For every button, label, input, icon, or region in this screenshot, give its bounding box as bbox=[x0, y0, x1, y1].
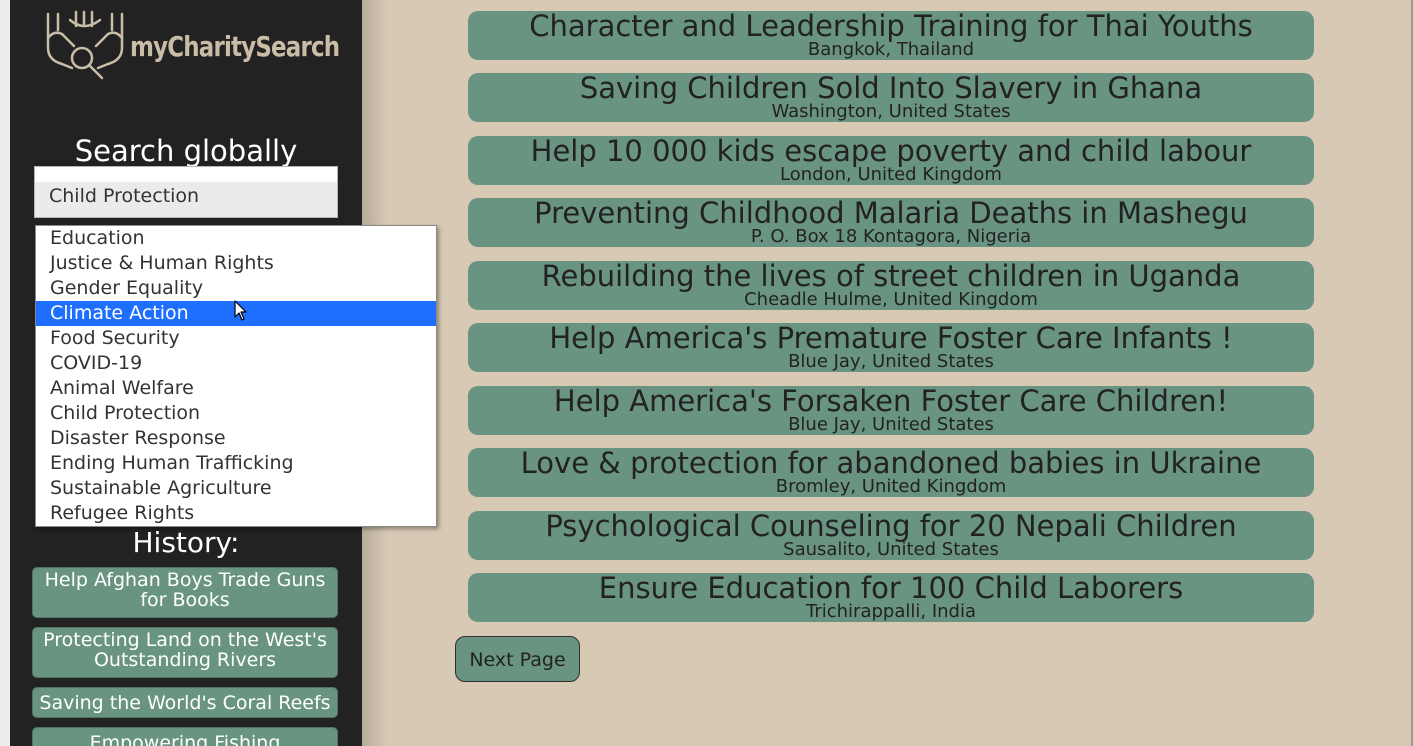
charity-result-card[interactable]: Rebuilding the lives of street children … bbox=[468, 261, 1314, 310]
charity-result-card[interactable]: Love & protection for abandoned babies i… bbox=[468, 448, 1314, 497]
select-value: Child Protection bbox=[49, 185, 200, 207]
charity-location: Trichirappalli, India bbox=[806, 601, 976, 622]
dropdown-option[interactable]: Refugee Rights bbox=[36, 501, 436, 526]
charity-title: Help 10 000 kids escape poverty and chil… bbox=[530, 136, 1252, 168]
charity-title: Rebuilding the lives of street children … bbox=[541, 261, 1241, 293]
dropdown-option[interactable]: Education bbox=[36, 226, 436, 251]
history-item[interactable]: Empowering Fishing bbox=[32, 727, 338, 746]
dropdown-option[interactable]: COVID-19 bbox=[36, 351, 436, 376]
charity-location: Sausalito, United States bbox=[783, 539, 999, 560]
logo-text: myCharitySearch bbox=[130, 30, 340, 63]
dropdown-option[interactable]: Sustainable Agriculture bbox=[36, 476, 436, 501]
search-title: Search globally bbox=[74, 134, 298, 168]
charity-location: Cheadle Hulme, United Kingdom bbox=[744, 289, 1038, 310]
charity-result-card[interactable]: Psychological Counseling for 20 Nepali C… bbox=[468, 511, 1314, 560]
hands-magnifier-icon bbox=[46, 10, 124, 80]
charity-result-card[interactable]: Saving Children Sold Into Slavery in Gha… bbox=[468, 73, 1314, 122]
charity-title: Help America's Forsaken Foster Care Chil… bbox=[553, 386, 1229, 418]
history-item[interactable]: Protecting Land on the West's Outstandin… bbox=[32, 627, 338, 678]
next-page-button[interactable]: Next Page bbox=[455, 636, 580, 682]
charity-location: Washington, United States bbox=[771, 101, 1011, 122]
charity-location: Blue Jay, United States bbox=[788, 414, 994, 435]
charity-result-card[interactable]: Preventing Childhood Malaria Deaths in M… bbox=[468, 198, 1314, 247]
charity-title: Saving Children Sold Into Slavery in Gha… bbox=[579, 73, 1203, 105]
logo[interactable]: myCharitySearch bbox=[40, 8, 340, 86]
history-item[interactable]: Help Afghan Boys Trade Guns for Books bbox=[32, 567, 338, 618]
charity-result-card[interactable]: Character and Leadership Training for Th… bbox=[468, 11, 1314, 60]
charity-result-card[interactable]: Ensure Education for 100 Child Laborers … bbox=[468, 573, 1314, 622]
charity-result-card[interactable]: Help America's Premature Foster Care Inf… bbox=[468, 323, 1314, 372]
category-select[interactable]: Child Protection bbox=[34, 166, 338, 218]
charity-title: Ensure Education for 100 Child Laborers bbox=[598, 573, 1184, 605]
mouse-pointer-icon bbox=[234, 300, 247, 321]
dropdown-option[interactable]: Child Protection bbox=[36, 401, 436, 426]
category-dropdown-list[interactable]: Education Justice & Human Rights Gender … bbox=[35, 225, 437, 527]
charity-result-card[interactable]: Help America's Forsaken Foster Care Chil… bbox=[468, 386, 1314, 435]
dropdown-option[interactable]: Animal Welfare bbox=[36, 376, 436, 401]
charity-location: London, United Kingdom bbox=[780, 164, 1002, 185]
charity-title: Psychological Counseling for 20 Nepali C… bbox=[545, 511, 1237, 543]
charity-title: Love & protection for abandoned babies i… bbox=[520, 448, 1262, 480]
history-item[interactable]: Saving the World's Coral Reefs bbox=[32, 687, 338, 718]
dropdown-option[interactable]: Disaster Response bbox=[36, 426, 436, 451]
dropdown-option[interactable]: Gender Equality bbox=[36, 276, 436, 301]
dropdown-option[interactable]: Ending Human Trafficking bbox=[36, 451, 436, 476]
charity-location: Blue Jay, United States bbox=[788, 351, 994, 372]
charity-title: Character and Leadership Training for Th… bbox=[529, 11, 1253, 43]
charity-location: Bromley, United Kingdom bbox=[775, 476, 1007, 497]
charity-location: Bangkok, Thailand bbox=[807, 39, 975, 60]
charity-title: Preventing Childhood Malaria Deaths in M… bbox=[534, 198, 1248, 230]
dropdown-option[interactable]: Food Security bbox=[36, 326, 436, 351]
charity-location: P. O. Box 18 Kontagora, Nigeria bbox=[750, 226, 1032, 247]
history-title: History: bbox=[132, 526, 240, 559]
dropdown-option[interactable]: Justice & Human Rights bbox=[36, 251, 436, 276]
charity-title: Help America's Premature Foster Care Inf… bbox=[549, 323, 1233, 355]
charity-result-card[interactable]: Help 10 000 kids escape poverty and chil… bbox=[468, 136, 1314, 185]
